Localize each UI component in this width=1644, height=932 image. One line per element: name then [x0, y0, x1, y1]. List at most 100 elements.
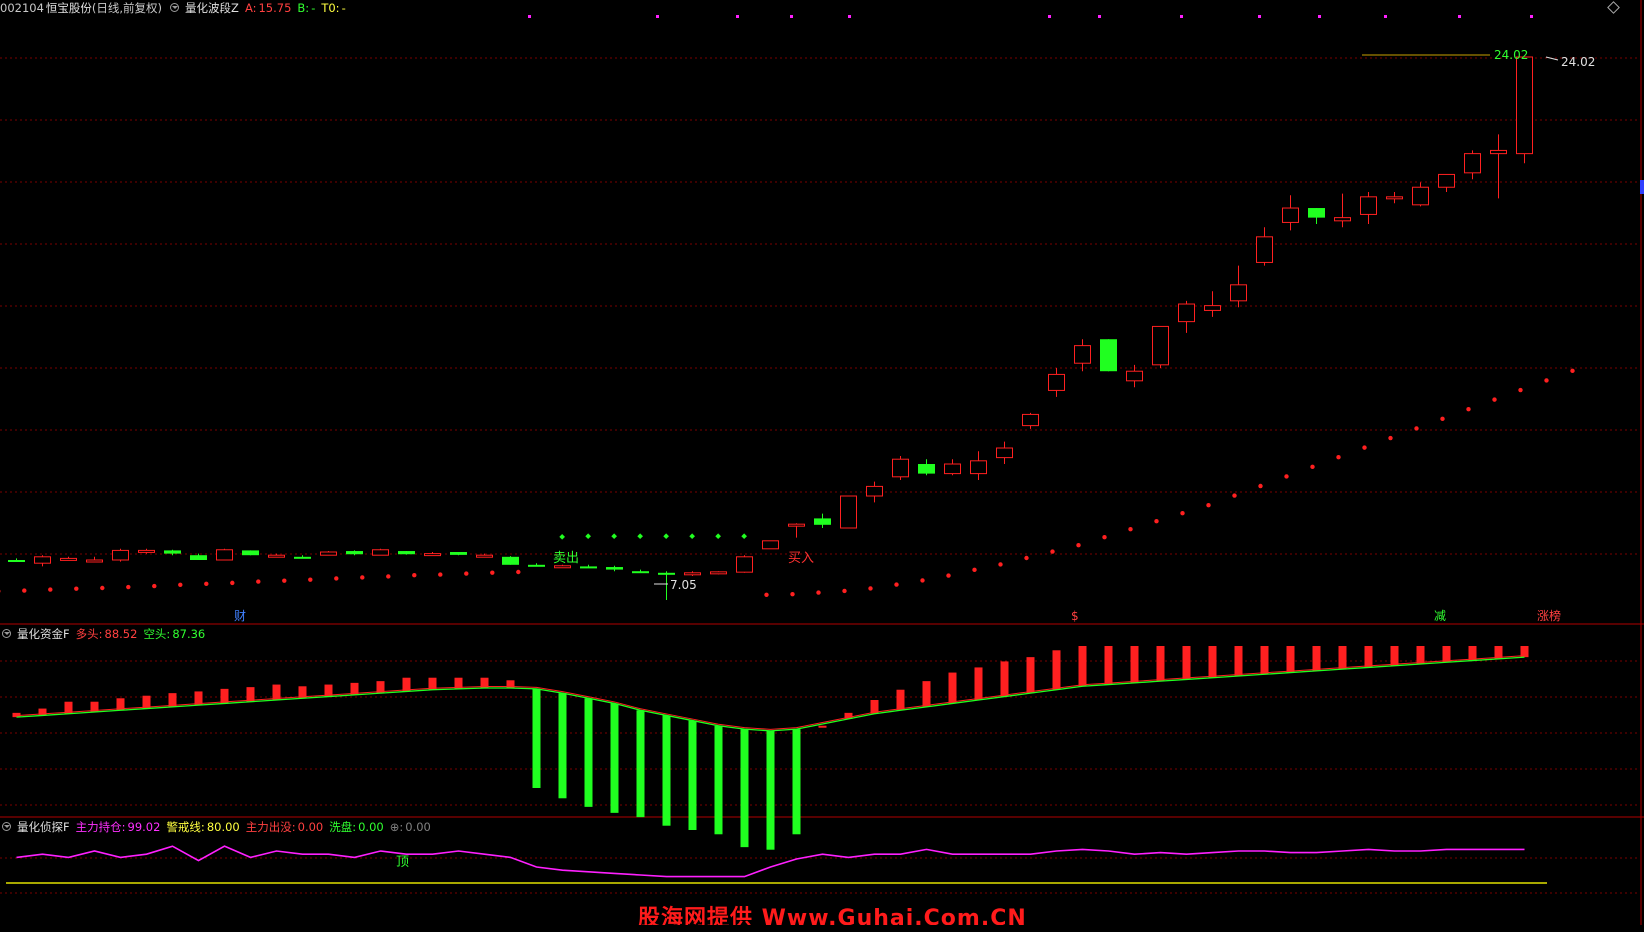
- top-signal-dot: [1048, 15, 1051, 18]
- stop-dot-red: [204, 581, 209, 587]
- top-signal-dot: [1258, 15, 1261, 18]
- candle-body: [1022, 413, 1039, 427]
- buy-signal: 买入: [788, 551, 814, 566]
- candle-body: [762, 540, 779, 550]
- top-signal-dot: [736, 15, 739, 18]
- top-signal-dot: [528, 15, 531, 18]
- stop-dot-red: [946, 573, 951, 578]
- right-edge-marker: [1640, 180, 1644, 194]
- stop-dot-green: [741, 533, 747, 540]
- stop-dot-red: [308, 577, 313, 582]
- kline-chart[interactable]: 24.02 24.02 7.05 卖出 买入 顶 财 $ 减 涨榜: [0, 0, 1644, 929]
- stop-dot-red: [48, 587, 53, 592]
- stop-dot-red: [1180, 511, 1185, 516]
- stop-dot-red: [178, 582, 183, 588]
- candle-body: [736, 556, 753, 573]
- candle-body: [1490, 149, 1507, 155]
- fund-bar-red: [1208, 646, 1217, 678]
- sell-signal: 卖出: [553, 551, 579, 566]
- candle-body: [1126, 370, 1143, 382]
- stop-dot-red: [1336, 455, 1341, 460]
- fund-long-line: [16, 655, 1525, 730]
- candle-body: [242, 550, 259, 556]
- stop-dot-red: [282, 578, 287, 583]
- fund-bar-red: [220, 688, 229, 704]
- stop-dot-red: [22, 588, 27, 593]
- candle-body: [346, 551, 363, 555]
- fund-bar-green: [766, 730, 775, 850]
- candle-body: [164, 550, 181, 554]
- candle-body: [1412, 186, 1429, 206]
- candle-body: [1386, 196, 1403, 200]
- stop-dot-red: [842, 588, 847, 594]
- stop-dot-red: [360, 575, 365, 580]
- top-signal-dot: [656, 15, 659, 18]
- fund-bar-red: [1390, 646, 1399, 666]
- stop-dot-red: [386, 574, 391, 579]
- fund-bar-red: [1026, 657, 1035, 694]
- candle-body: [1074, 345, 1091, 364]
- event-cai[interactable]: 财: [234, 609, 246, 623]
- stop-dot-red: [894, 582, 899, 587]
- stop-dot-green: [637, 533, 643, 540]
- candle-body: [502, 556, 519, 565]
- fund-bar-red: [1156, 646, 1165, 682]
- stop-dot-red: [1518, 387, 1523, 393]
- top-signal-dot: [848, 15, 851, 18]
- stop-dot-red: [152, 583, 157, 589]
- top-signal-dot: [790, 15, 793, 18]
- candle-body: [138, 549, 155, 553]
- fund-bar-red: [1416, 646, 1425, 664]
- stop-dot-red: [1284, 474, 1289, 479]
- candle-body: [320, 551, 337, 556]
- candle-body: [710, 571, 727, 575]
- fund-bar-red: [1182, 646, 1191, 680]
- stop-dot-green: [559, 534, 565, 540]
- bottom-bar: [0, 925, 1644, 929]
- top-signal-dot: [1180, 15, 1183, 18]
- stop-dot-red: [1310, 464, 1315, 470]
- candle-body: [918, 464, 935, 474]
- stop-dot-red: [0, 589, 1, 593]
- holding-line: [16, 845, 1525, 878]
- event-zhangting[interactable]: 涨榜: [1537, 608, 1561, 623]
- stop-dot-red: [1024, 555, 1029, 561]
- candle-body: [60, 557, 77, 561]
- stop-dot-red: [764, 592, 769, 598]
- event-s[interactable]: $: [1071, 609, 1079, 623]
- candle-body: [788, 523, 805, 527]
- candle-body: [944, 463, 961, 475]
- fund-bar-red: [1286, 646, 1295, 673]
- fund-bar-green: [714, 725, 723, 835]
- candle-body: [658, 572, 675, 575]
- fund-bar-red: [1234, 646, 1243, 676]
- fund-bar-red: [818, 725, 827, 728]
- stop-dot-red: [438, 572, 443, 577]
- top-signal-dot: [1458, 15, 1461, 18]
- fund-bar-red: [1442, 646, 1451, 663]
- stop-dot-red: [230, 580, 235, 586]
- stop-dot-green: [663, 533, 669, 540]
- fund-bar-red: [948, 672, 957, 704]
- high-price-line-label: 24.02: [1494, 48, 1528, 62]
- candle-body: [684, 572, 701, 576]
- fund-bar-red: [1000, 661, 1009, 697]
- candle-body: [476, 554, 493, 558]
- stop-dot-red: [816, 590, 821, 595]
- candle-body: [216, 549, 233, 561]
- stop-dot-red: [1258, 483, 1263, 489]
- fund-bar-green: [558, 693, 567, 799]
- event-jian[interactable]: 减: [1434, 609, 1446, 623]
- stop-dot-red: [1206, 503, 1211, 508]
- candle-body: [1438, 173, 1455, 188]
- stop-dot-red: [1102, 535, 1107, 540]
- grid-lines: [0, 57, 1640, 894]
- stop-dot-red: [1076, 543, 1081, 548]
- stop-dot-red: [1466, 407, 1471, 412]
- candle-body: [1100, 339, 1117, 372]
- candle-body: [1204, 305, 1221, 311]
- fund-short-line: [16, 656, 1525, 732]
- stop-dot-red: [490, 570, 495, 575]
- stop-dot-red: [920, 578, 925, 583]
- candle-body: [1152, 325, 1169, 366]
